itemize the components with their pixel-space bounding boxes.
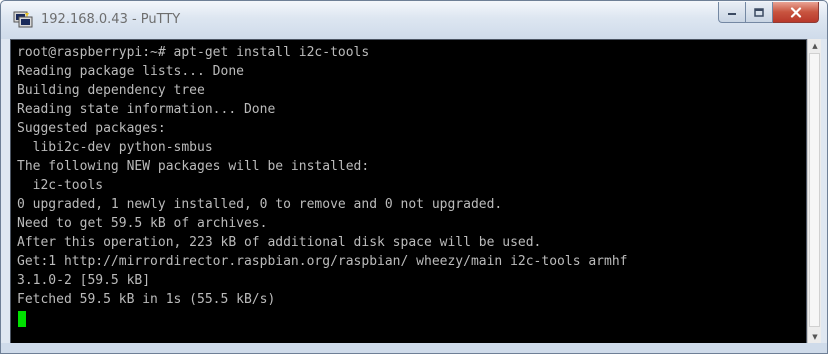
terminal-line: Fetched 59.5 kB in 1s (55.5 kB/s) <box>17 292 276 307</box>
scroll-down-arrow-icon[interactable]: ▼ <box>809 331 821 343</box>
terminal-line: Reading package lists... Done <box>17 64 244 79</box>
terminal-output[interactable]: root@raspberrypi:~# apt-get install i2c-… <box>10 39 807 345</box>
window-controls <box>718 2 819 24</box>
scroll-up-arrow-icon[interactable]: ▲ <box>809 40 821 52</box>
terminal-line: After this operation, 223 kB of addition… <box>17 235 542 250</box>
putty-window: 192.168.0.43 - PuTTY root@raspberrypi:~#… <box>0 0 828 354</box>
vertical-scrollbar[interactable]: ▲ ▼ <box>807 39 821 345</box>
terminal-line: libi2c-dev python-smbus <box>17 140 213 155</box>
window-bottom-frame <box>1 343 827 353</box>
terminal-line: root@raspberrypi:~# apt-get install i2c-… <box>17 45 370 60</box>
window-title: 192.168.0.43 - PuTTY <box>41 12 181 27</box>
terminal-cursor <box>18 311 26 327</box>
terminal-line: Reading state information... Done <box>17 102 276 117</box>
terminal-line: 3.1.0-2 [59.5 kB] <box>17 273 151 288</box>
putty-terminal-icon <box>13 11 33 28</box>
terminal-line: Need to get 59.5 kB of archives. <box>17 216 268 231</box>
minimize-button[interactable] <box>718 2 746 23</box>
terminal-line: The following NEW packages will be insta… <box>17 159 370 174</box>
maximize-icon <box>754 7 764 17</box>
title-bar[interactable]: 192.168.0.43 - PuTTY <box>1 1 827 39</box>
terminal-line: 0 upgraded, 1 newly installed, 0 to remo… <box>17 197 503 212</box>
minimize-icon <box>728 13 736 15</box>
terminal-line: i2c-tools <box>17 178 104 193</box>
scrollbar-thumb[interactable] <box>809 53 820 327</box>
terminal-line: Get:1 http://mirrordirector.raspbian.org… <box>17 254 628 269</box>
maximize-button[interactable] <box>746 2 773 23</box>
close-button[interactable] <box>773 2 819 23</box>
terminal-line: Suggested packages: <box>17 121 166 136</box>
terminal-line: Building dependency tree <box>17 83 205 98</box>
close-icon <box>790 6 801 18</box>
